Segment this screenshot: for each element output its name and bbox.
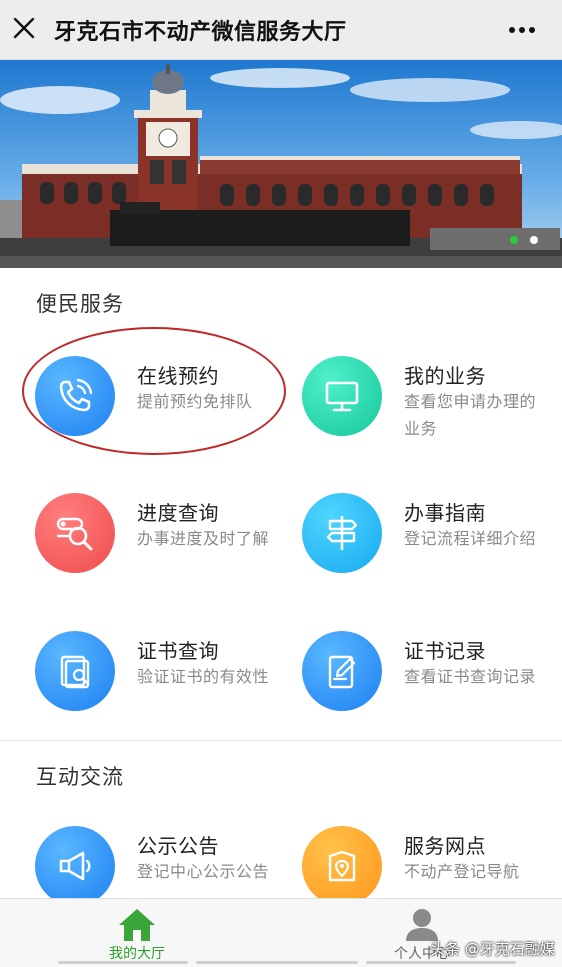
page-title: 牙克石市不动产微信服务大厅 <box>54 20 347 45</box>
service-desc: 登记流程详细介绍 <box>404 529 537 548</box>
search-progress-icon <box>35 493 115 573</box>
carousel-dot[interactable] <box>530 236 538 244</box>
more-button[interactable] <box>498 16 546 44</box>
service-desc: 登记中心公示公告 <box>137 862 270 881</box>
map-location-icon <box>302 826 382 906</box>
service-desc: 查看您申请办理的业务 <box>404 392 537 438</box>
service-desc: 不动产登记导航 <box>404 862 520 881</box>
service-name: 办事指南 <box>404 501 486 525</box>
close-button[interactable] <box>8 12 40 44</box>
service-progress-query[interactable]: 进度查询 办事进度及时了解 <box>35 493 285 603</box>
section-title-interaction: 互动交流 <box>36 765 124 789</box>
service-name: 我的业务 <box>404 364 486 388</box>
section-divider <box>0 740 562 741</box>
service-name: 公示公告 <box>137 834 219 858</box>
home-icon <box>119 909 155 941</box>
tab-my-hall[interactable]: 我的大厅 <box>67 899 207 967</box>
service-my-business[interactable]: 我的业务 查看您申请办理的业务 <box>302 356 552 466</box>
app-page: 牙克石市不动产微信服务大厅 便民服务 在线预约 提前预约免排队 我的业务 查看您… <box>0 0 562 967</box>
watermark-text: 头条 @牙克石融媒 <box>430 940 555 958</box>
megaphone-icon <box>35 826 115 906</box>
service-online-appointment[interactable]: 在线预约 提前预约免排队 <box>35 356 285 466</box>
service-desc: 办事进度及时了解 <box>137 529 270 548</box>
section-title-convenience: 便民服务 <box>36 292 124 316</box>
service-certificate-query[interactable]: 证书查询 验证证书的有效性 <box>35 631 285 741</box>
service-desc: 查看证书查询记录 <box>404 667 537 686</box>
monitor-icon <box>302 356 382 436</box>
railway-station-building-photo <box>0 60 562 268</box>
edit-record-icon <box>302 631 382 711</box>
banner-carousel[interactable] <box>0 60 562 268</box>
close-icon <box>13 17 35 39</box>
more-dots-icon <box>509 27 535 33</box>
scroll-indicator <box>196 961 358 964</box>
service-certificate-record[interactable]: 证书记录 查看证书查询记录 <box>302 631 552 741</box>
certificate-search-icon <box>35 631 115 711</box>
service-name: 在线预约 <box>137 364 219 388</box>
service-desc: 提前预约免排队 <box>137 392 253 411</box>
title-bar: 牙克石市不动产微信服务大厅 <box>0 0 562 60</box>
service-desc: 验证证书的有效性 <box>137 667 270 686</box>
service-name: 进度查询 <box>137 501 219 525</box>
tab-label: 我的大厅 <box>109 946 165 962</box>
service-name: 服务网点 <box>404 834 486 858</box>
service-guide[interactable]: 办事指南 登记流程详细介绍 <box>302 493 552 603</box>
phone-icon <box>35 356 115 436</box>
scroll-indicator <box>366 961 516 964</box>
scroll-indicator <box>58 961 188 964</box>
service-name: 证书查询 <box>137 639 219 663</box>
carousel-dot-active[interactable] <box>510 236 518 244</box>
service-name: 证书记录 <box>404 639 486 663</box>
signpost-icon <box>302 493 382 573</box>
